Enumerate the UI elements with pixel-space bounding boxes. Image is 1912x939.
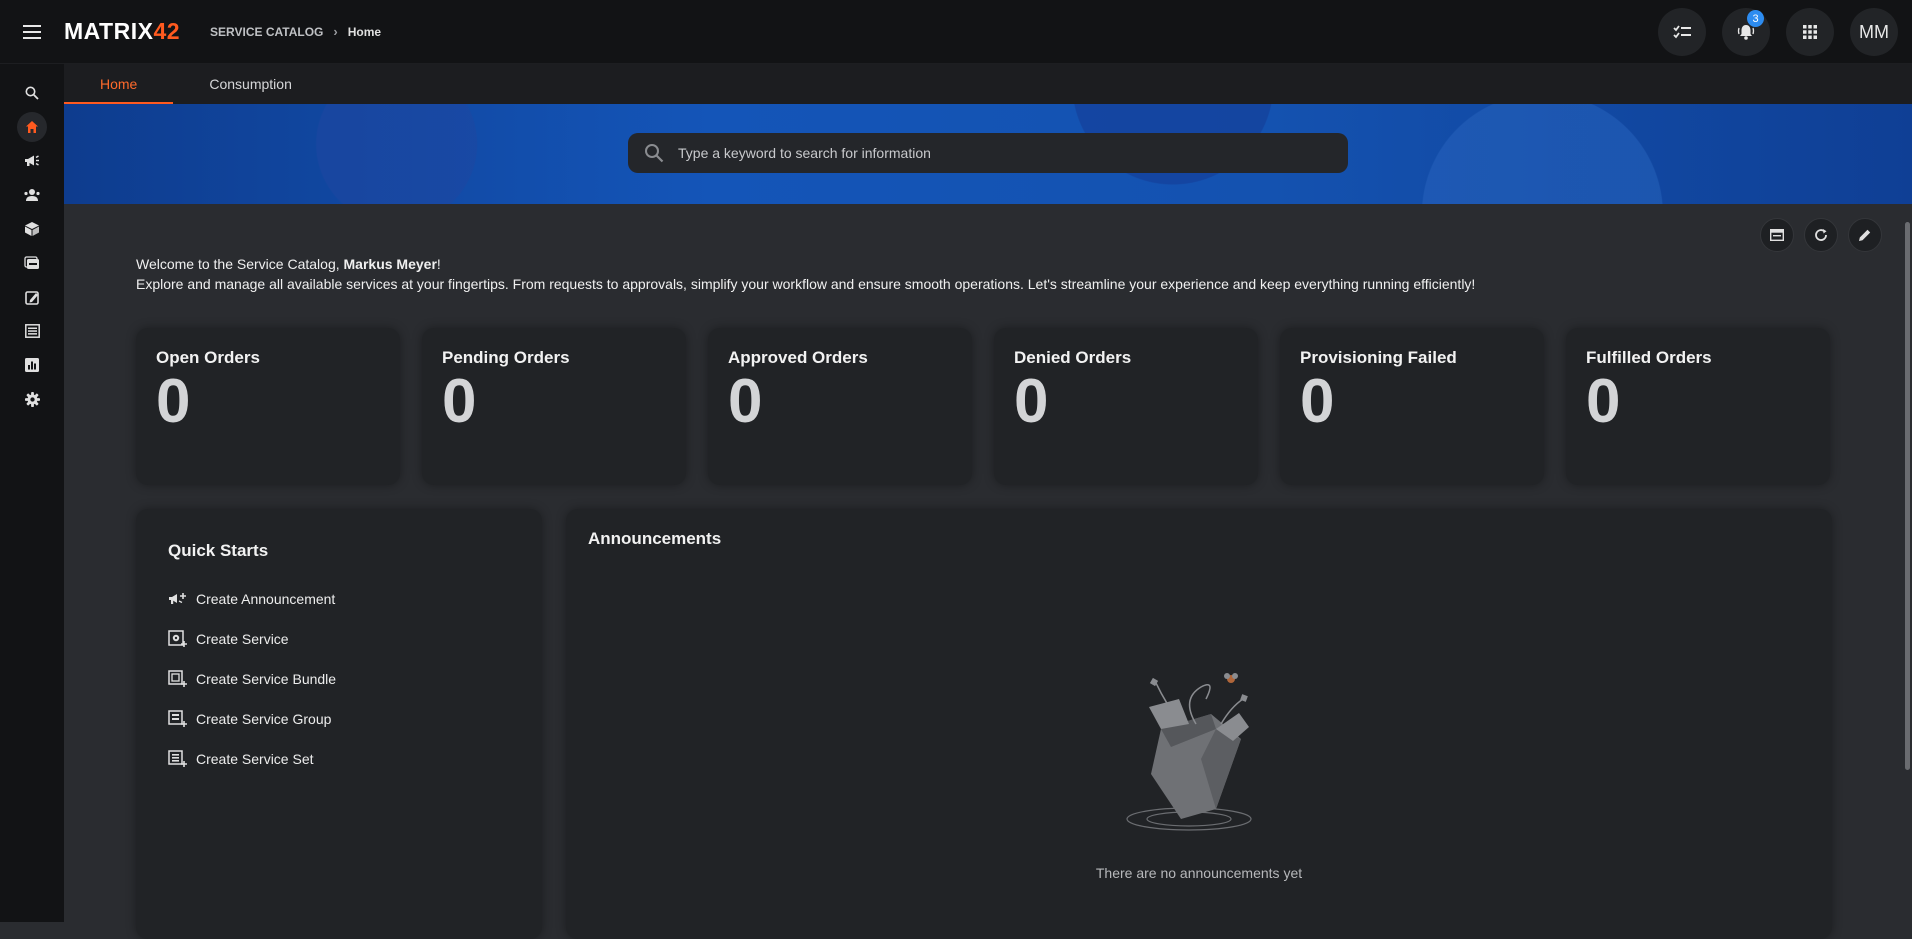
avatar: MM (1859, 21, 1889, 42)
order-stats: Open Orders 0 Pending Orders 0 Approved … (136, 328, 1830, 485)
tab-home[interactable]: Home (64, 64, 174, 104)
bundle-plus-icon (168, 670, 187, 687)
card-approved-orders[interactable]: Approved Orders 0 (708, 328, 972, 485)
breadcrumb: SERVICE CATALOG › Home (210, 24, 381, 39)
welcome-line-2: Explore and manage all available service… (136, 276, 1476, 292)
gear-icon (24, 391, 40, 407)
search-input[interactable] (676, 144, 1296, 162)
menu-button[interactable] (0, 0, 64, 64)
main-content: Welcome to the Service Catalog, Markus M… (64, 204, 1912, 939)
layout-button[interactable] (1760, 218, 1794, 252)
rail-reports[interactable] (0, 348, 64, 382)
empty-box-illustration (1126, 673, 1252, 831)
breadcrumb-home: Home (347, 24, 382, 39)
card-pending-orders[interactable]: Pending Orders 0 (422, 328, 686, 485)
edit-box-icon (24, 290, 39, 305)
rail-announcements[interactable] (0, 144, 64, 178)
list-icon (24, 324, 40, 338)
empty-state-message: There are no announcements yet (1095, 865, 1303, 881)
matrix42-logo[interactable]: MATRIX 42 (64, 18, 180, 45)
rail-list[interactable] (0, 314, 64, 348)
create-service-set-link[interactable]: Create Service Set (168, 739, 510, 779)
refresh-icon (1815, 229, 1827, 241)
rail-users[interactable] (0, 178, 64, 212)
bar-chart-icon (25, 358, 39, 372)
quick-starts-title: Quick Starts (168, 541, 269, 560)
rail-settings[interactable] (0, 382, 64, 416)
hamburger-icon (23, 24, 41, 39)
breadcrumb-service-catalog[interactable]: SERVICE CATALOG (210, 25, 323, 39)
cards-stack-icon (24, 256, 39, 269)
layout-icon (1770, 229, 1784, 241)
user-name: Markus Meyer (343, 256, 437, 272)
megaphone-plus-icon (169, 593, 186, 604)
welcome-message: Welcome to the Service Catalog, Markus M… (136, 254, 1475, 294)
home-icon (26, 121, 38, 133)
notification-badge: 3 (1747, 10, 1764, 27)
set-plus-icon (168, 750, 187, 767)
tab-consumption[interactable]: Consumption (173, 64, 328, 104)
announcements-title: Announcements (588, 529, 722, 548)
scrollbar[interactable] (1905, 222, 1910, 770)
rail-home[interactable] (0, 110, 64, 144)
notifications-button[interactable]: 3 (1722, 8, 1770, 56)
search-box[interactable] (628, 133, 1348, 173)
edit-button[interactable] (1848, 218, 1882, 252)
welcome-line-1: Welcome to the Service Catalog, Markus M… (136, 256, 441, 272)
checklist-icon (1673, 25, 1691, 39)
card-open-orders[interactable]: Open Orders 0 (136, 328, 400, 485)
user-avatar-button[interactable]: MM (1850, 8, 1898, 56)
chevron-right-icon: › (333, 24, 338, 39)
refresh-button[interactable] (1804, 218, 1838, 252)
pencil-icon (1859, 229, 1871, 241)
top-bar: MATRIX 42 SERVICE CATALOG › Home 3 MM (0, 0, 1912, 64)
rail-orders[interactable] (0, 280, 64, 314)
rail-search[interactable] (0, 76, 64, 110)
rail-services[interactable] (0, 212, 64, 246)
create-service-bundle-link[interactable]: Create Service Bundle (168, 659, 510, 699)
box-icon (25, 222, 39, 236)
side-rail (0, 64, 64, 922)
group-plus-icon (168, 710, 187, 727)
tab-bar: Home Consumption (64, 64, 1912, 104)
apps-button[interactable] (1786, 8, 1834, 56)
create-announcement-link[interactable]: Create Announcement (168, 579, 510, 619)
create-service-group-link[interactable]: Create Service Group (168, 699, 510, 739)
quick-starts-panel: Quick Starts Create Announcement Create … (136, 509, 542, 939)
create-service-link[interactable]: Create Service (168, 619, 510, 659)
service-plus-icon (168, 630, 187, 647)
search-banner (64, 104, 1912, 204)
apps-grid-icon (1803, 25, 1817, 39)
announcements-panel: Announcements There are no announcements… (566, 509, 1832, 939)
tasks-button[interactable] (1658, 8, 1706, 56)
rail-bundles[interactable] (0, 246, 64, 280)
card-denied-orders[interactable]: Denied Orders 0 (994, 328, 1258, 485)
users-icon (24, 189, 40, 201)
megaphone-icon (25, 155, 39, 166)
card-provisioning-failed[interactable]: Provisioning Failed 0 (1280, 328, 1544, 485)
search-icon (645, 144, 664, 163)
card-fulfilled-orders[interactable]: Fulfilled Orders 0 (1566, 328, 1830, 485)
search-icon (25, 86, 39, 100)
